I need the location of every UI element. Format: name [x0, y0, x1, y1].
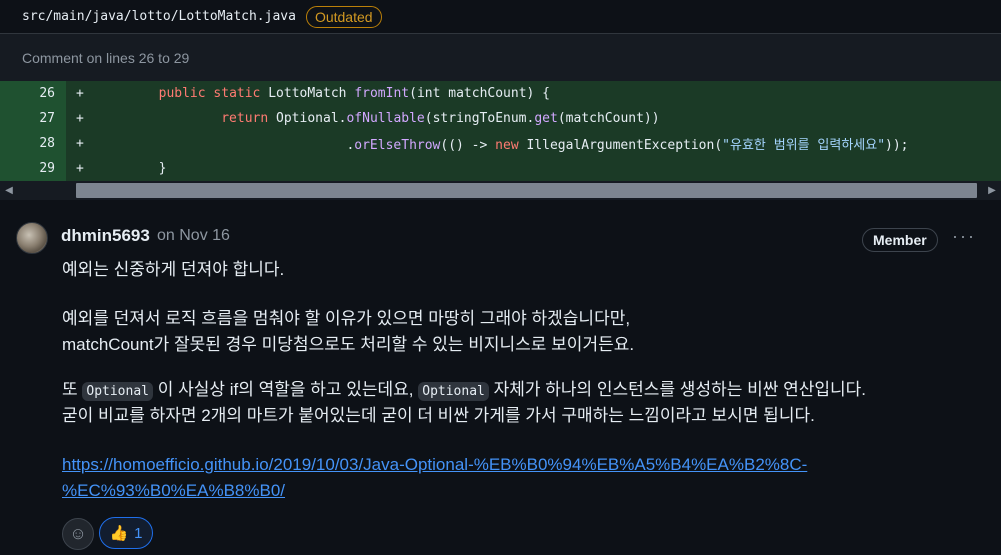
text: 자체가 하나의 인스턴스를 생성하는 비싼 연산입니다.	[488, 380, 867, 399]
text: 이 사실상 if의 역할을 하고 있는데요,	[153, 380, 419, 399]
comment-paragraph-3-line-1: 또 Optional 이 사실상 if의 역할을 하고 있는데요, Option…	[62, 377, 866, 405]
line-number: 26	[0, 81, 66, 106]
scroll-left-icon[interactable]: ◀	[0, 181, 18, 200]
kebab-icon[interactable]: ···	[952, 226, 976, 247]
author-name[interactable]: dhmin5693	[61, 226, 150, 246]
code-rest: ));	[885, 138, 909, 153]
comment-range-header: Comment on lines 26 to 29	[0, 34, 1001, 83]
code-string: "유효한 범위를 입력하세요"	[722, 138, 886, 153]
comment-date[interactable]: on Nov 16	[157, 227, 230, 245]
thumbs-up-reaction[interactable]: 👍 1	[99, 517, 153, 549]
code-rest: (stringToEnum.	[424, 111, 535, 126]
scroll-right-icon[interactable]: ▶	[983, 181, 1001, 200]
line-number: 29	[0, 156, 66, 181]
code-type: IllegalArgumentException(	[518, 138, 723, 153]
code-line-27: 27 + return Optional.ofNullable(stringTo…	[0, 106, 1001, 131]
outdated-badge: Outdated	[305, 5, 382, 28]
member-badge: Member	[862, 228, 938, 252]
inline-code: Optional	[82, 382, 153, 401]
code-text: public static LottoMatch fromInt(int mat…	[96, 86, 550, 101]
inline-code: Optional	[418, 382, 489, 401]
thumbs-up-icon: 👍	[109, 525, 129, 542]
code-type: Optional.	[276, 111, 347, 126]
code-function: orElseThrow	[354, 138, 441, 153]
code-function: fromInt	[354, 86, 410, 101]
reaction-count: 1	[134, 524, 143, 542]
code-keyword: return	[221, 111, 269, 126]
file-header: src/main/java/lotto/LottoMatch.java Outd…	[0, 0, 1001, 34]
code-keyword: new	[495, 138, 519, 153]
code-snippet: 26 + public static LottoMatch fromInt(in…	[0, 81, 1001, 181]
diff-sign: +	[76, 161, 84, 176]
reference-link[interactable]: https://homoefficio.github.io/2019/10/03…	[62, 452, 822, 504]
code-function: get	[534, 111, 558, 126]
code-text: return Optional.ofNullable(stringToEnum.…	[96, 111, 660, 126]
code-type: LottoMatch	[268, 86, 347, 101]
diff-sign: +	[76, 86, 84, 101]
comment-paragraph-2-line-1: 예외를 던져서 로직 흐름을 멈춰야 할 이유가 있으면 마땅히 그래야 하겠습…	[62, 309, 631, 328]
diff-sign: +	[76, 136, 84, 151]
text: 또	[62, 380, 83, 399]
horizontal-scrollbar[interactable]: ◀ ▶	[0, 181, 1001, 200]
smiley-icon[interactable]: ☺	[62, 518, 94, 550]
code-keyword: static	[213, 86, 261, 101]
avatar[interactable]	[16, 222, 48, 254]
code-rest: (int matchCount) {	[409, 86, 551, 101]
code-line-26: 26 + public static LottoMatch fromInt(in…	[0, 81, 1001, 106]
code-line-28: 28 + .orElseThrow(() -> new IllegalArgum…	[0, 131, 1001, 156]
code-function: ofNullable	[346, 111, 425, 126]
code-rest: (matchCount))	[557, 111, 660, 126]
comment-range-label: Comment on lines 26 to 29	[22, 50, 190, 66]
code-rest: }	[158, 161, 167, 176]
code-keyword: public	[158, 86, 206, 101]
code-line-29: 29 + }	[0, 156, 1001, 181]
comment-paragraph-3-line-2: 굳이 비교를 하자면 2개의 마트가 붙어있는데 굳이 더 비싼 가게를 가서 …	[62, 406, 815, 425]
line-number: 28	[0, 131, 66, 156]
code-rest: (() ->	[440, 138, 496, 153]
review-comment: dhmin5693 on Nov 16 Member ··· 예외는 신중하게 …	[0, 200, 1001, 555]
comment-paragraph-1: 예외는 신중하게 던져야 합니다.	[62, 260, 285, 279]
scrollbar-thumb[interactable]	[76, 183, 977, 198]
diff-sign: +	[76, 111, 84, 126]
file-path-link[interactable]: src/main/java/lotto/LottoMatch.java	[22, 9, 296, 24]
line-number: 27	[0, 106, 66, 131]
comment-paragraph-2-line-2: matchCount가 잘못된 경우 미당첨으로도 처리할 수 있는 비지니스로…	[62, 335, 635, 354]
code-text: }	[96, 161, 167, 176]
code-text: .orElseThrow(() -> new IllegalArgumentEx…	[96, 134, 909, 153]
